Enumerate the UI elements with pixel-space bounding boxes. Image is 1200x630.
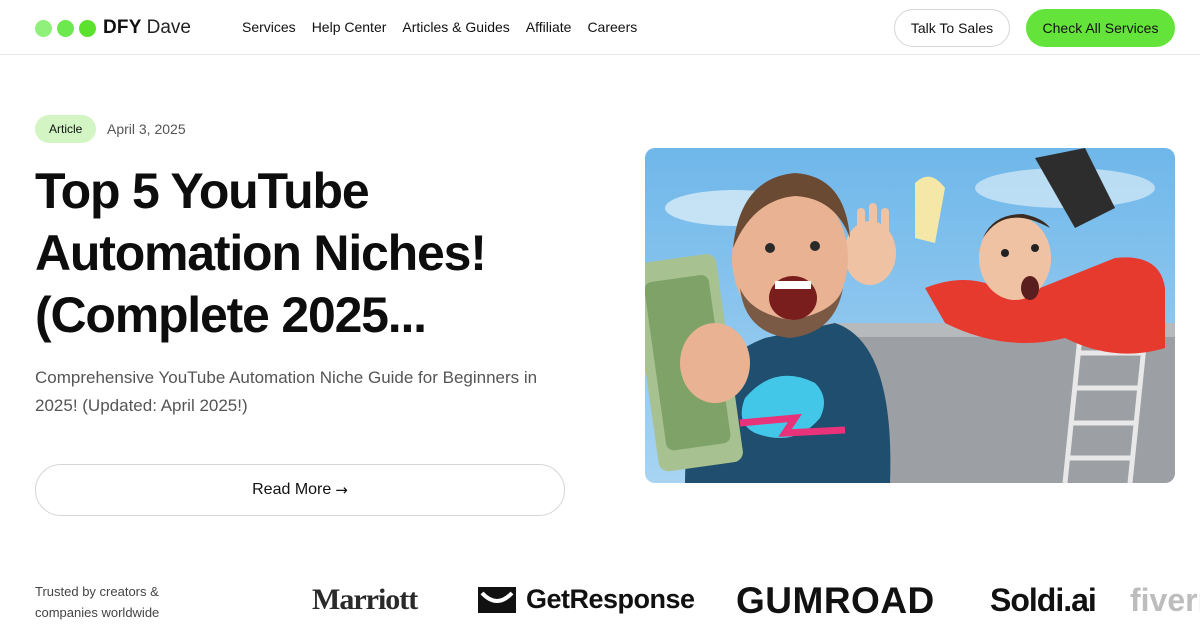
gumroad-logo: GUMROAD (736, 580, 935, 621)
logo-text-light: Dave (146, 17, 191, 38)
article-title[interactable]: Top 5 YouTube Automation Niches! (Comple… (35, 160, 595, 346)
check-all-services-button[interactable]: Check All Services (1026, 9, 1175, 47)
getresponse-envelope-icon (478, 586, 516, 613)
nav-articles-guides[interactable]: Articles & Guides (402, 19, 509, 35)
nav-help-center[interactable]: Help Center (312, 19, 387, 35)
logo-dot-3 (79, 19, 96, 37)
logo-dot-1 (35, 19, 52, 37)
getresponse-logo-text: GetResponse (526, 584, 695, 614)
trusted-by-text: Trusted by creators & companies worldwid… (35, 584, 160, 620)
soldi-logo: Soldi.ai (990, 582, 1097, 618)
nav-affiliate[interactable]: Affiliate (526, 19, 572, 35)
read-more-button[interactable]: Read More → (35, 464, 565, 516)
article-date: April 3, 2025 (107, 121, 186, 137)
fiverr-logo: fiverr (1130, 582, 1200, 618)
nav-services[interactable]: Services (242, 19, 296, 35)
arrow-right-icon: → (335, 481, 348, 499)
logo-dot-2 (57, 19, 74, 37)
hero-illustration (645, 148, 1175, 483)
site-header: DFY Dave Services Help Center Articles &… (0, 0, 1200, 55)
article-subtitle: Comprehensive YouTube Automation Niche G… (35, 368, 538, 415)
logo-text-bold: DFY (103, 17, 142, 38)
partner-logos: Marriott GetResponse GUMROAD Soldi.ai fi… (312, 580, 1200, 624)
article-badge: Article (35, 115, 97, 143)
getresponse-logo: GetResponse (476, 584, 695, 615)
main-nav: Services Help Center Articles & Guides A… (242, 19, 653, 35)
marriott-logo: Marriott (312, 583, 418, 616)
nav-careers[interactable]: Careers (587, 19, 637, 35)
talk-to-sales-button[interactable]: Talk To Sales (894, 9, 1010, 47)
article-hero-image[interactable] (645, 148, 1175, 483)
site-logo[interactable]: DFY Dave (35, 17, 191, 39)
read-more-label: Read More (252, 481, 332, 498)
